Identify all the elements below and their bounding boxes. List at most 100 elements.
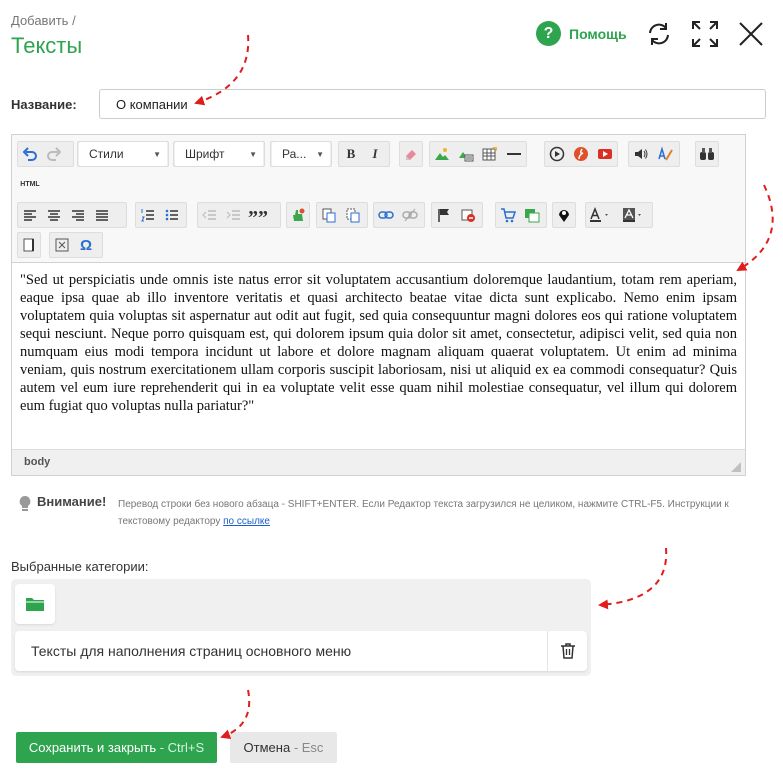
align-left-icon[interactable] [18, 203, 42, 227]
map-pin-icon[interactable] [553, 203, 575, 227]
expand-icon[interactable] [690, 19, 720, 49]
notice-title: Внимание! [37, 494, 107, 509]
align-group [17, 202, 127, 228]
save-hint: - Ctrl+S [156, 740, 205, 755]
align-center-icon[interactable] [42, 203, 66, 227]
blockquote-button[interactable]: ”” [246, 203, 270, 229]
redo-icon[interactable] [42, 142, 66, 166]
link-icon[interactable] [374, 203, 398, 227]
delete-category-button[interactable] [547, 631, 587, 671]
unlink-icon[interactable] [398, 203, 422, 227]
flag-icon[interactable] [432, 203, 456, 227]
background-color-icon[interactable] [619, 203, 652, 227]
save-and-close-button[interactable]: Сохранить и закрыть - Ctrl+S [16, 732, 217, 763]
cancel-label: Отмена [243, 740, 291, 755]
insert-group [429, 141, 527, 167]
refresh-icon[interactable] [644, 19, 674, 49]
indent-icon[interactable] [222, 203, 246, 227]
template-group [286, 202, 310, 228]
page-title: Тексты [11, 33, 83, 58]
styles-combo-label: Стили [89, 147, 124, 161]
annotation-arrow [220, 689, 251, 739]
cart-icon[interactable] [496, 203, 520, 227]
indent-group: ”” [197, 202, 281, 229]
map-group [552, 202, 576, 228]
table-icon[interactable] [478, 142, 502, 166]
copy-group [316, 202, 368, 228]
eraser-icon[interactable] [400, 142, 422, 166]
color-group [585, 202, 653, 228]
editor-content[interactable]: "Sed ut perspiciatis unde omnis iste nat… [12, 263, 745, 449]
category-label: Тексты для наполнения страниц основного … [31, 643, 352, 659]
resize-handle-icon[interactable] [731, 462, 741, 472]
html-group: HTML [17, 171, 43, 197]
html-source-button[interactable]: HTML [17, 172, 43, 196]
chevron-down-icon: ▼ [249, 149, 257, 159]
save-label: Сохранить и закрыть [28, 740, 157, 755]
notice-text: Перевод строки без нового абзаца - SHIFT… [118, 496, 758, 530]
trash-icon [560, 643, 575, 659]
name-label: Название: [11, 97, 77, 112]
maximize-group [17, 232, 41, 258]
undo-icon[interactable] [18, 142, 42, 166]
bold-button[interactable]: B [339, 142, 363, 166]
list-group [135, 202, 187, 228]
font-combo[interactable]: Шрифт ▼ [173, 141, 265, 167]
align-justify-icon[interactable] [90, 203, 114, 227]
horizontal-rule-icon[interactable] [502, 142, 526, 166]
youtube-icon[interactable] [593, 142, 617, 166]
numbered-list-icon[interactable] [136, 203, 160, 227]
folder-icon [26, 598, 44, 611]
choose-category-button[interactable] [15, 584, 55, 624]
breadcrumb: Добавить / [11, 13, 76, 28]
spellcheck-icon[interactable] [653, 142, 677, 166]
copy-format-icon[interactable] [317, 203, 341, 227]
hand-icon[interactable] [287, 203, 309, 227]
remove-format-icon[interactable] [456, 203, 480, 227]
special-char-button[interactable]: Ω [74, 233, 98, 257]
help-button[interactable]: ? Помощь [536, 21, 627, 46]
size-combo[interactable]: Ра... ▼ [270, 141, 332, 167]
shop-group [495, 202, 547, 228]
text-color-icon[interactable] [586, 203, 619, 227]
element-path[interactable]: body [24, 456, 50, 468]
tools-group: Ω [49, 232, 103, 258]
audio-group [628, 141, 680, 167]
play-circle-icon[interactable] [545, 142, 569, 166]
find-group [695, 141, 719, 167]
lightbulb-icon [19, 496, 31, 511]
outdent-icon[interactable] [198, 203, 222, 227]
anchor-group [431, 202, 483, 228]
basic-style-group: B I [338, 141, 390, 167]
chevron-down-icon: ▼ [153, 149, 161, 159]
link-group [373, 202, 425, 228]
speaker-icon[interactable] [629, 142, 653, 166]
close-icon[interactable] [736, 19, 766, 49]
undo-redo-group [17, 141, 74, 167]
category-item: Тексты для наполнения страниц основного … [15, 631, 587, 671]
bulleted-list-icon[interactable] [160, 203, 184, 227]
font-combo-label: Шрифт [185, 147, 225, 161]
page-break-icon[interactable] [18, 233, 40, 257]
paste-text-icon[interactable] [341, 203, 365, 227]
image-icon[interactable] [430, 142, 454, 166]
cancel-button[interactable]: Отмена - Esc [230, 732, 337, 763]
cancel-hint: - Esc [290, 740, 324, 755]
styles-combo[interactable]: Стили ▼ [77, 141, 169, 167]
media-group [544, 141, 618, 167]
editor-toolbar: Стили ▼ Шрифт ▼ Ра... ▼ B I HTML ”” Ω [12, 135, 745, 263]
gallery-icon[interactable] [454, 142, 478, 166]
flash-icon[interactable] [569, 142, 593, 166]
binoculars-icon[interactable] [696, 142, 718, 166]
question-circle-icon: ? [536, 21, 561, 46]
size-combo-label: Ра... [282, 147, 307, 161]
name-input[interactable] [99, 89, 766, 119]
annotation-arrow [598, 547, 668, 610]
catalog-icon[interactable] [520, 203, 544, 227]
italic-button[interactable]: I [363, 142, 387, 166]
align-right-icon[interactable] [66, 203, 90, 227]
instructions-link[interactable]: по ссылке [223, 516, 270, 527]
clean-group [399, 141, 423, 167]
maximize-icon[interactable] [50, 233, 74, 257]
help-label: Помощь [569, 25, 627, 42]
